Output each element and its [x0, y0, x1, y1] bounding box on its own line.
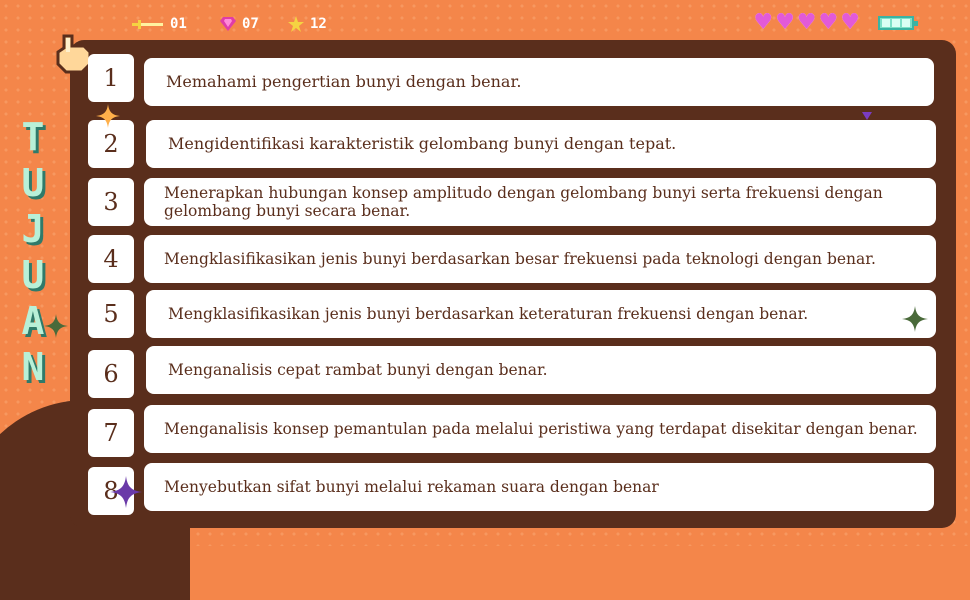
heart-icon: ♥ — [840, 10, 860, 35]
list-item: 4 Mengklasifikasikan jenis bunyi berdasa… — [88, 235, 936, 283]
list-item: 5 Mengklasifikasikan jenis bunyi berdasa… — [88, 290, 936, 338]
heart-icon: ♥ — [753, 10, 774, 35]
vertical-title: T U J U A N — [16, 118, 50, 386]
objectives-panel — [70, 40, 956, 528]
item-number: 4 — [88, 235, 134, 283]
battery-icon — [878, 16, 918, 30]
heart-icon: ♥ — [796, 10, 817, 35]
title-letter: N — [21, 345, 45, 389]
sword-counter: 01 — [132, 14, 187, 34]
gem-counter: 07 — [220, 14, 259, 34]
sparkle-icon — [902, 306, 928, 332]
list-item: 7 Menganalisis konsep pemantulan pada me… — [88, 405, 936, 457]
item-number: 3 — [88, 178, 134, 226]
title-letter: U — [21, 161, 45, 205]
list-item: 2 Mengidentifikasi karakteristik gelomba… — [88, 120, 936, 168]
star-icon — [288, 16, 304, 32]
sparkle-icon — [96, 104, 120, 128]
title-letter: J — [21, 207, 45, 251]
star-count: 12 — [310, 16, 327, 32]
item-number: 5 — [88, 290, 134, 338]
item-text: Menganalisis cepat rambat bunyi dengan b… — [146, 346, 936, 394]
title-letter: T — [21, 115, 45, 159]
item-text: Mengidentifikasi karakteristik gelombang… — [146, 120, 936, 168]
item-text: Menganalisis konsep pemantulan pada mela… — [144, 405, 936, 453]
item-text: Memahami pengertian bunyi dengan benar. — [144, 58, 934, 106]
item-text: Mengklasifikasikan jenis bunyi berdasark… — [144, 235, 936, 283]
list-item: 8 Menyebutkan sifat bunyi melalui rekama… — [88, 463, 936, 515]
hearts-bar: ♥ ♥ ♥ ♥ ♥ — [753, 12, 860, 34]
item-text: Mengklasifikasikan jenis bunyi berdasark… — [146, 290, 936, 338]
list-item: 1 Memahami pengertian bunyi dengan benar… — [88, 54, 936, 106]
list-item: 3 Menerapkan hubungan konsep amplitudo d… — [88, 178, 936, 226]
sparkle-icon — [44, 314, 68, 338]
sword-icon — [132, 20, 163, 29]
gem-count: 07 — [242, 16, 259, 32]
heart-icon: ♥ — [775, 10, 795, 35]
item-number: 1 — [88, 54, 134, 102]
list-item: 6 Menganalisis cepat rambat bunyi dengan… — [88, 346, 936, 398]
triangle-decoration-icon — [862, 112, 872, 120]
heart-icon: ♥ — [818, 10, 839, 35]
item-text: Menyebutkan sifat bunyi melalui rekaman … — [144, 463, 934, 511]
sword-count: 01 — [170, 16, 187, 32]
title-letter: A — [21, 299, 45, 343]
item-number: 6 — [88, 350, 134, 398]
sparkle-icon — [110, 476, 142, 508]
item-text: Menerapkan hubungan konsep amplitudo den… — [144, 178, 936, 226]
star-counter: 12 — [288, 14, 327, 34]
gem-icon — [220, 17, 236, 31]
title-letter: U — [21, 253, 45, 297]
item-number: 7 — [88, 409, 134, 457]
